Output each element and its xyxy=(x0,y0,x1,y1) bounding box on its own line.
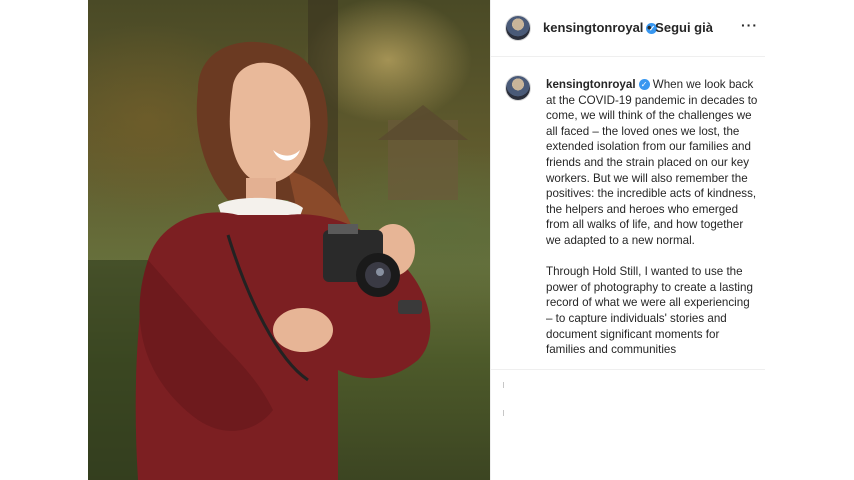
post-photo[interactable] xyxy=(88,0,490,480)
header-username[interactable]: kensingtonroyal ✓ xyxy=(543,20,658,35)
photo-illustration xyxy=(88,0,468,480)
caption-text: kensingtonroyal ✓ When we look back at th… xyxy=(546,77,758,358)
caption-paragraph-2: Through Hold Still, I wanted to use the … xyxy=(546,265,757,357)
verified-badge-icon: ✓ xyxy=(638,79,650,90)
header-username-text[interactable]: kensingtonroyal xyxy=(543,20,643,35)
post-header: kensingtonroyal ✓ • Segui già ··· xyxy=(491,0,765,57)
caption-area: kensingtonroyal ✓ When we look back at th… xyxy=(491,57,765,369)
scroll-tick xyxy=(503,410,504,416)
caption-avatar[interactable] xyxy=(505,75,531,101)
avatar[interactable] xyxy=(505,15,531,41)
caption-paragraph-1: When we look back at the COVID-19 pandem… xyxy=(546,78,761,247)
scroll-tick xyxy=(503,382,504,388)
caption-username[interactable]: kensingtonroyal xyxy=(546,78,636,91)
more-options-icon[interactable]: ··· xyxy=(741,17,758,33)
follow-status-button[interactable]: • Segui già xyxy=(647,20,713,35)
divider xyxy=(491,369,765,370)
post-sidebar: kensingtonroyal ✓ • Segui già ··· kensing… xyxy=(490,0,765,480)
